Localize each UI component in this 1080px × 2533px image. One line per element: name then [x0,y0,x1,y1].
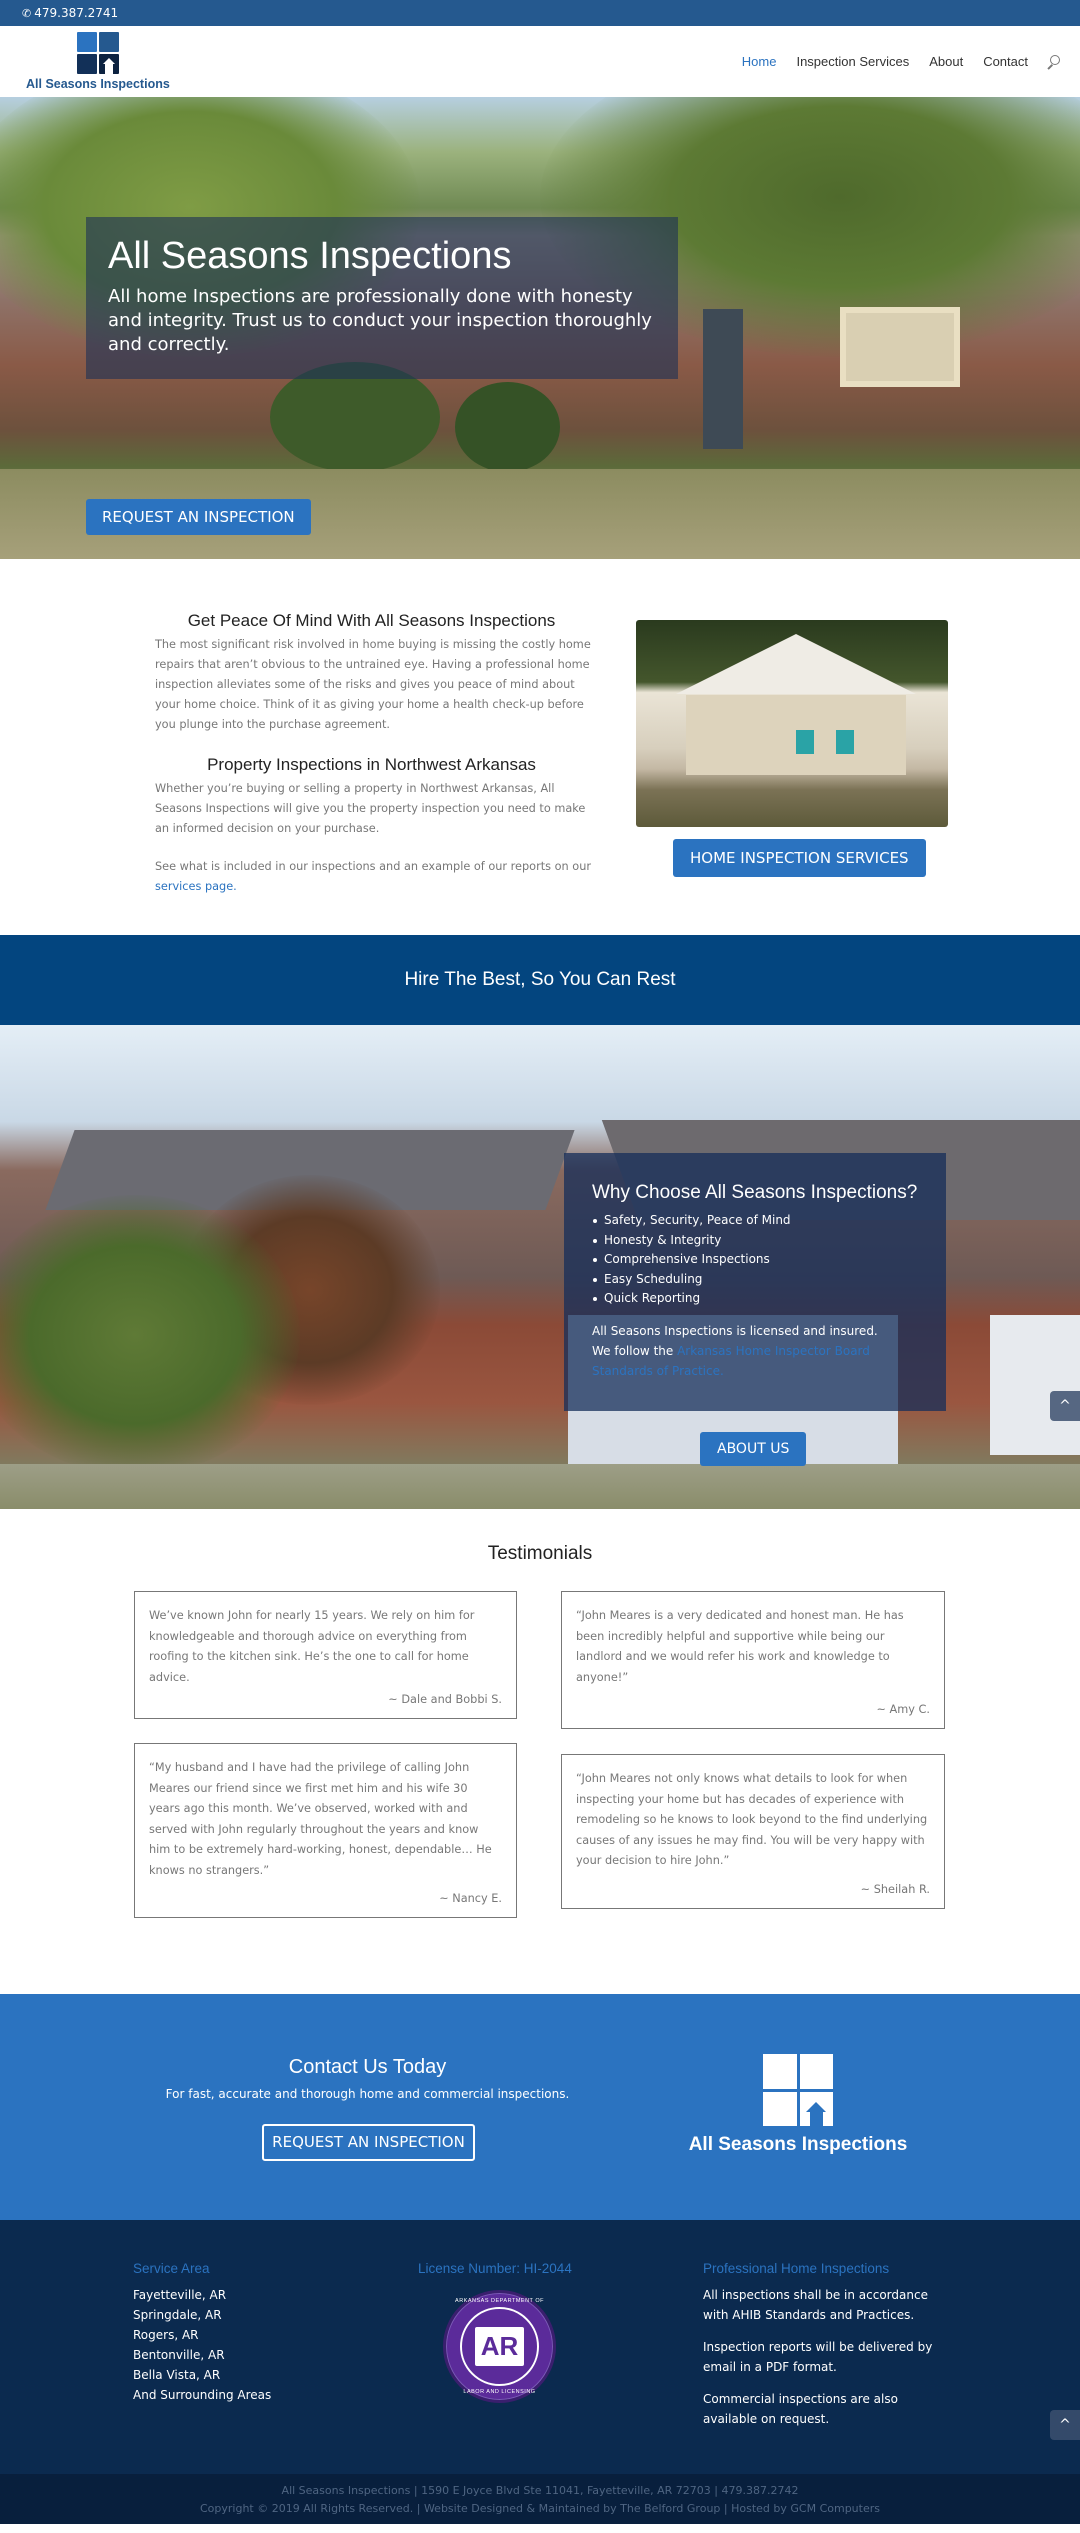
bottom-copyright: Copyright © 2019 All Rights Reserved. | … [200,2502,880,2515]
chevron-up-icon: ^ [1059,2417,1071,2433]
intro-paragraph: The most significant risk involved in ho… [155,638,591,731]
professional-info: All inspections shall be in accordance w… [703,2285,953,2441]
why-list-item: Comprehensive Inspections [592,1250,791,1270]
license-number: License Number: HI-2044 [418,2261,572,2276]
intro-heading: Property Inspections in Northwest Arkans… [207,755,536,774]
logo-text: All Seasons Inspections [26,77,170,91]
service-area-list: Fayetteville, AR Springdale, AR Rogers, … [133,2285,271,2405]
follow-text: We follow the [592,1344,678,1358]
why-photo-driveway [0,1464,1080,1509]
testimonial-author: ~ Nancy E. [439,1892,502,1905]
seal-bottom-text: LABOR AND LICENSING [463,2389,536,2395]
service-area-item: And Surrounding Areas [133,2388,272,2402]
why-photo-garage [990,1315,1080,1455]
testimonial-author: ~ Sheilah R. [860,1882,930,1896]
licensed-statement: All Seasons Inspections is licensed and … [592,1324,878,1338]
intro-paragraph: See what is included in our inspections … [155,857,595,897]
professional-paragraph: All inspections shall be in accordance w… [703,2288,928,2322]
testimonial-card: “John Meares is a very dedicated and hon… [561,1591,945,1729]
why-list-item: Safety, Security, Peace of Mind [592,1211,791,1231]
service-area-item: Fayetteville, AR [133,2288,227,2302]
professional-title: Professional Home Inspections [703,2261,890,2276]
arkansas-labor-licensing-seal: ARKANSAS DEPARTMENT OF AR LABOR AND LICE… [443,2290,556,2403]
contact-title: Contact Us Today [288,2056,447,2078]
contact-section: Contact Us Today For fast, accurate and … [0,1994,1080,2220]
seal-center-text: AR [474,2327,525,2366]
testimonial-quote: “John Meares is a very dedicated and hon… [576,1609,904,1684]
tagline-text: Hire The Best, So You Can Rest [404,969,676,990]
service-area-item: Bentonville, AR [133,2348,225,2362]
seal-top-text: ARKANSAS DEPARTMENT OF [455,2298,544,2304]
chevron-up-icon: ^ [1059,1398,1071,1414]
testimonial-author: ~ Dale and Bobbi S. [388,1693,502,1706]
why-title: Why Choose All Seasons Inspections? [592,1182,918,1203]
why-list-item: Easy Scheduling [592,1270,791,1290]
logo-window-icon [76,32,119,74]
request-inspection-button[interactable]: REQUEST AN INSPECTION [86,499,311,535]
hero-photo-bush [455,382,560,472]
nav-about[interactable]: About [929,54,963,69]
hero-subtitle: All home Inspections are professionally … [108,286,652,355]
logo-window-icon [763,2054,833,2126]
testimonial-quote: “John Meares not only knows what details… [576,1772,928,1867]
bottom-address: All Seasons Inspections | 1590 E Joyce B… [281,2484,799,2497]
bottom-bar: All Seasons Inspections | 1590 E Joyce B… [0,2474,1080,2524]
top-bar: ✆ 479.387.2741 [0,0,1080,26]
main-nav: Home Inspection Services About Contact [722,54,1060,69]
testimonial-card: We’ve known John for nearly 15 years. We… [134,1591,517,1719]
testimonial-quote: We’ve known John for nearly 15 years. We… [149,1609,475,1684]
about-us-button[interactable]: ABOUT US [700,1432,807,1466]
why-list-item: Quick Reporting [592,1289,791,1309]
testimonial-card: “John Meares not only knows what details… [561,1754,945,1909]
why-choose-section: Why Choose All Seasons Inspections? Safe… [0,1025,1080,1509]
services-text: See what is included in our inspections … [155,860,592,873]
service-area-item: Rogers, AR [133,2328,199,2342]
intro-section: Get Peace Of Mind With All Seasons Inspe… [0,559,1080,935]
nav-home[interactable]: Home [742,54,777,69]
professional-paragraph: Commercial inspections are also availabl… [703,2392,898,2426]
nav-contact[interactable]: Contact [983,54,1028,69]
hero-photo-window [840,307,960,387]
intro-heading: Get Peace Of Mind With All Seasons Inspe… [187,611,556,630]
scroll-to-top-button[interactable]: ^ [1050,1391,1080,1421]
service-area-item: Bella Vista, AR [133,2368,221,2382]
nav-inspection-services[interactable]: Inspection Services [796,54,909,69]
phone-link[interactable]: 479.387.2741 [34,6,118,20]
site-header: All Seasons Inspections Home Inspection … [0,26,1080,97]
testimonial-author: ~ Amy C. [876,1703,930,1716]
professional-paragraph: Inspection reports will be delivered by … [703,2340,933,2374]
phone-icon: ✆ [22,6,32,20]
house-photo [636,620,948,827]
testimonial-quote: “My husband and I have had the privilege… [149,1761,492,1877]
site-logo[interactable]: All Seasons Inspections [26,32,170,91]
testimonials-section: Testimonials We’ve known John for nearly… [0,1509,1080,1994]
footer-logo-text: All Seasons Inspections [688,2134,908,2155]
contact-request-inspection-button[interactable]: REQUEST AN INSPECTION [262,2124,475,2161]
footer-logo: All Seasons Inspections [683,2054,913,2156]
intro-paragraph: Whether you’re buying or selling a prope… [155,782,586,835]
home-inspection-services-button[interactable]: HOME INSPECTION SERVICES [673,839,926,877]
license-text: All Seasons Inspections is licensed and … [592,1321,932,1381]
tagline-band: Hire The Best, So You Can Rest [0,935,1080,1025]
testimonials-title: Testimonials [487,1543,593,1564]
site-footer: Service Area Fayetteville, AR Springdale… [0,2220,1080,2474]
service-area-title: Service Area [133,2261,210,2276]
search-icon[interactable] [1046,54,1060,69]
services-page-link[interactable]: services page. [155,880,237,893]
hero-section: All Seasons Inspections All home Inspect… [0,97,1080,559]
hero-photo-door [703,309,743,449]
contact-subtitle: For fast, accurate and thorough home and… [165,2087,570,2101]
service-area-item: Springdale, AR [133,2308,222,2322]
testimonial-card: “My husband and I have had the privilege… [134,1743,517,1918]
scroll-to-top-button[interactable]: ^ [1050,2410,1080,2440]
why-list: Safety, Security, Peace of Mind Honesty … [592,1211,791,1309]
why-list-item: Honesty & Integrity [592,1231,791,1251]
hero-title: All Seasons Inspections [108,235,512,277]
